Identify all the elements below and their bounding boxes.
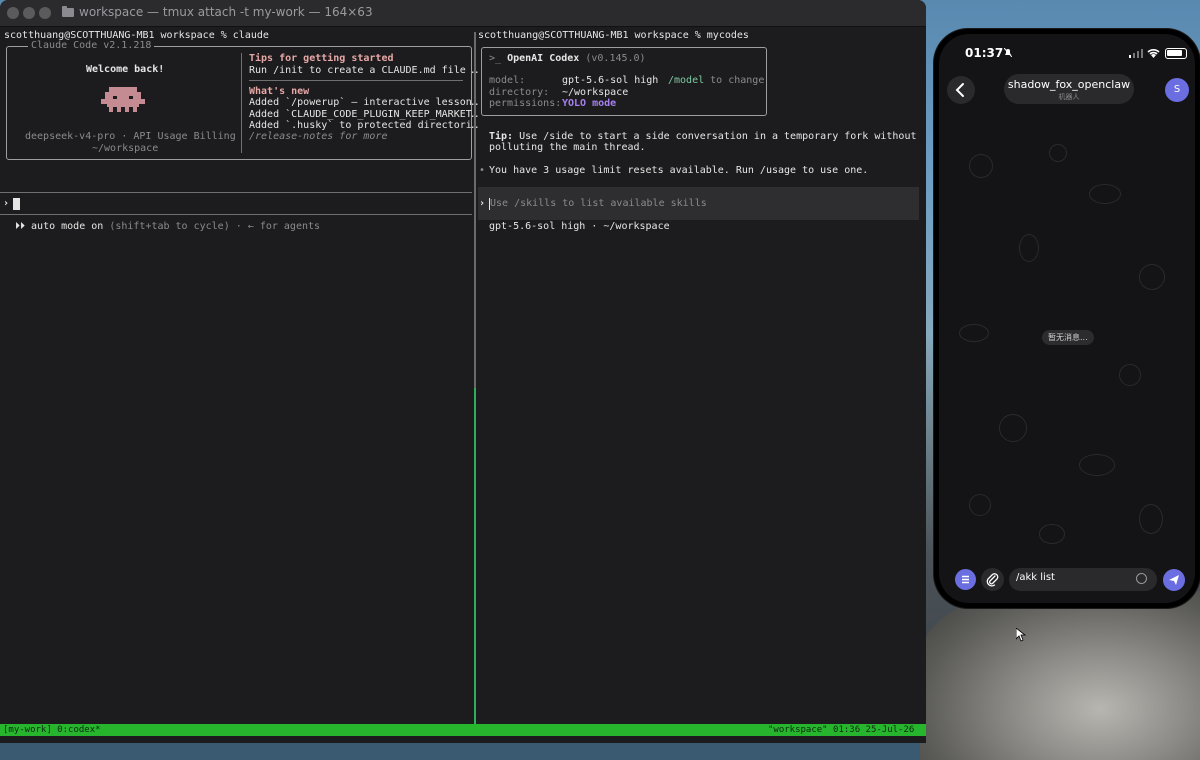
send-button[interactable] (1163, 569, 1185, 591)
tip-label: Tip: (489, 131, 514, 142)
battery-icon (1165, 48, 1187, 59)
auto-mode-line[interactable]: ⏵⏵ auto mode on (shift+tab to cycle) · ←… (15, 221, 320, 233)
attach-button[interactable] (981, 568, 1004, 591)
codex-header: >_ OpenAI Codex (v0.145.0) (489, 53, 646, 65)
zoom-window-button[interactable] (39, 7, 51, 19)
welcome-text: Welcome back! (86, 64, 165, 75)
back-button[interactable] (947, 76, 975, 104)
active-pane-divider (474, 388, 476, 724)
bell-slash-icon (1004, 48, 1012, 57)
chevron-left-icon (955, 83, 964, 97)
input-top-border (0, 192, 472, 193)
chat-title-pill[interactable]: shadow_fox_openclaw 机器人 (1004, 74, 1134, 104)
chat-subtitle: 机器人 (1058, 93, 1080, 101)
tmux-status-bar: [my-work] 0:codex* "workspace" 01:36 25-… (0, 724, 926, 736)
empty-chat-badge: 暂无消息... (1042, 330, 1094, 345)
right-input-prompt: › (479, 198, 486, 209)
claude-mascot-icon (101, 87, 147, 113)
wallpaper-doodle (1119, 364, 1141, 386)
mode-label: auto mode on (31, 221, 104, 232)
model-key: model: (489, 75, 526, 86)
chat-title: shadow_fox_openclaw (1007, 78, 1131, 91)
wallpaper-doodle (969, 494, 991, 516)
wallpaper-doodle (1139, 504, 1163, 534)
wallpaper-doodle (1079, 454, 1115, 476)
status-left[interactable]: [my-work] 0:codex* (3, 724, 101, 736)
model-hint: /model to change (668, 75, 764, 87)
mouse-pointer-icon (1016, 628, 1026, 642)
phone-mirror-window: 01:37 shadow_fox_openclaw 机器人 S 暂无消息... … (934, 29, 1200, 608)
model-value: gpt-5.6-sol high (562, 75, 659, 86)
wallpaper-doodle (1089, 184, 1121, 204)
tip-line-2: polluting the main thread. (489, 142, 646, 153)
wallpaper-doodle (1019, 234, 1039, 262)
model-hint-text: to change (710, 75, 765, 86)
wallpaper-doodle (959, 324, 989, 342)
message-input[interactable]: /akk list (1009, 568, 1157, 591)
tips-divider (249, 80, 463, 81)
terminal-window: workspace — tmux attach -t my-work — 164… (0, 0, 926, 743)
paperclip-icon (986, 573, 999, 587)
wallpaper-doodle (999, 414, 1027, 442)
status-right: "workspace" 01:36 25-Jul-26 (768, 725, 915, 735)
wallpaper-doodle (1139, 264, 1165, 290)
pane-divider[interactable] (474, 32, 476, 724)
release-notes-hint: /release-notes for more (249, 131, 388, 142)
folder-icon (62, 6, 74, 17)
ios-time: 01:37 (965, 46, 1004, 60)
cwd-text: ~/workspace (92, 143, 159, 154)
claude-box-title: Claude Code v2.1.218 (28, 40, 155, 52)
codex-name: OpenAI Codex (507, 53, 580, 64)
menu-button[interactable] (955, 569, 976, 590)
window-title-text: workspace — tmux attach -t my-work — 164… (79, 5, 373, 19)
title-bar[interactable]: workspace — tmux attach -t my-work — 164… (0, 0, 926, 27)
mode-icon: ⏵⏵ (15, 221, 25, 232)
tips-heading: Tips for getting started (249, 53, 394, 64)
codex-input-placeholder[interactable]: Use /skills to list available skills (490, 198, 707, 210)
avatar[interactable]: S (1165, 78, 1189, 102)
cellular-signal-icon (1129, 49, 1143, 58)
box-separator (241, 53, 242, 153)
wallpaper-doodle (1039, 524, 1065, 544)
tip-text: Use /side to start a side conversation i… (519, 131, 917, 142)
close-window-button[interactable] (7, 7, 19, 19)
model-hint-command: /model (668, 75, 705, 86)
wifi-icon (1147, 49, 1160, 58)
left-terminal-cursor[interactable] (13, 198, 20, 210)
wallpaper-hill (920, 590, 1200, 760)
wallpaper-doodle (969, 154, 993, 178)
message-input-value: /akk list (1016, 572, 1055, 583)
minimize-window-button[interactable] (23, 7, 35, 19)
left-input-prompt: › (3, 198, 10, 209)
window-title: workspace — tmux attach -t my-work — 164… (62, 5, 373, 19)
codex-prefix-icon: >_ (489, 53, 502, 64)
usage-bullet: • (479, 165, 486, 176)
mode-hint: (shift+tab to cycle) · ← for agents (109, 221, 321, 232)
right-prompt-line: scotthuang@SCOTTHUANG-MB1 workspace % my… (478, 30, 749, 41)
menu-icon (962, 575, 969, 584)
whats-new-item: Added `/powerup` — interactive lesson… (249, 97, 478, 108)
permissions-key: permissions: (489, 98, 562, 109)
input-bottom-border (0, 214, 472, 215)
wallpaper-doodle (1049, 144, 1067, 162)
send-icon (1169, 575, 1179, 585)
codex-footer: gpt-5.6-sol high · ~/workspace (489, 221, 670, 232)
codex-version: (v0.145.0) (585, 53, 646, 64)
phone-screen: 01:37 shadow_fox_openclaw 机器人 S 暂无消息... … (939, 34, 1195, 603)
account-info: deepseek-v4-pro · API Usage Billing (25, 131, 236, 142)
tips-line: Run /init to create a CLAUDE.md file … (249, 65, 478, 76)
usage-notice: You have 3 usage limit resets available.… (489, 165, 869, 176)
permissions-value: YOLO mode (562, 98, 617, 109)
emoji-icon[interactable] (1136, 573, 1147, 584)
